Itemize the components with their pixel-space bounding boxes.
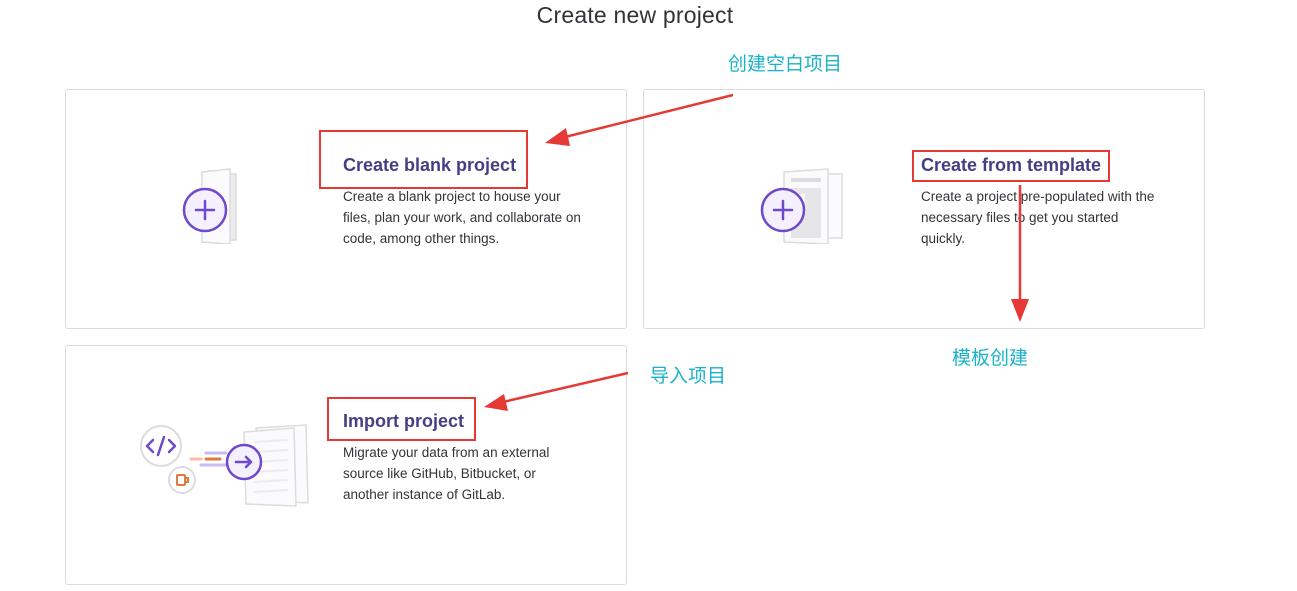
plus-icon [182,187,228,233]
card-description: Create a blank project to house your fil… [343,189,581,246]
code-icon [140,425,182,467]
arrow-right-icon [225,443,263,481]
annotation-template: 模板创建 [952,347,1029,369]
card-title[interactable]: Create blank project [343,155,516,176]
card-title[interactable]: Import project [343,411,464,432]
card-title[interactable]: Create from template [921,155,1101,176]
blank-project-illustration [182,168,237,244]
merge-request-icon [168,466,196,494]
create-blank-project-card[interactable]: Create blank project Create a blank proj… [65,89,627,329]
page-title: Create new project [536,2,734,28]
create-from-template-card[interactable]: Create from template Create a project pr… [643,89,1205,329]
annotation-import: 导入项目 [650,365,727,387]
plus-icon [760,187,806,233]
import-project-illustration [140,424,309,507]
card-description: Create a project pre-populated with the … [921,189,1155,246]
template-project-illustration [760,168,843,244]
annotation-blank: 创建空白项目 [728,53,843,75]
import-project-card[interactable]: Import project Migrate your data from an… [65,345,627,585]
card-description: Migrate your data from an external sourc… [343,445,550,502]
